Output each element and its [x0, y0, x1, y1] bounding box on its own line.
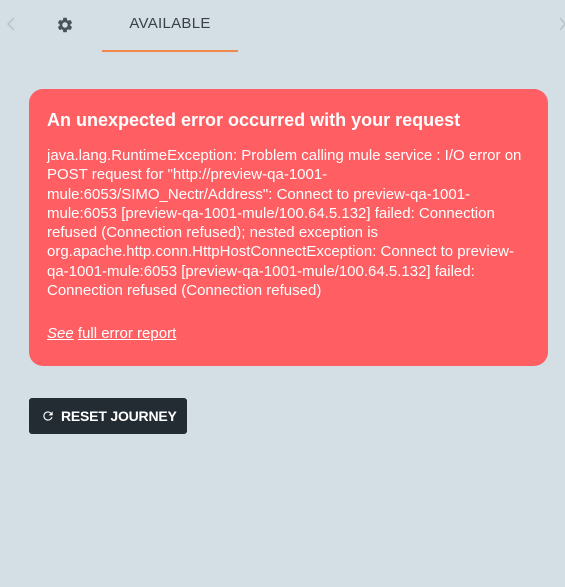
- reset-journey-label: RESET JOURNEY: [61, 408, 177, 424]
- chevron-right-icon[interactable]: [558, 12, 565, 36]
- error-report-line: See full error report: [47, 324, 528, 344]
- see-text: See: [47, 325, 74, 343]
- chevron-left-icon[interactable]: [4, 12, 18, 36]
- full-error-report-link[interactable]: full error report: [78, 325, 176, 342]
- tab-available-label: AVAILABLE: [129, 15, 211, 32]
- error-message: java.lang.RuntimeException: Problem call…: [47, 147, 522, 300]
- tab-available[interactable]: AVAILABLE: [102, 0, 238, 52]
- refresh-icon: [43, 411, 53, 421]
- gear-icon[interactable]: [56, 16, 74, 34]
- active-tab-indicator: [102, 50, 238, 52]
- error-title: An unexpected error occurred with your r…: [47, 110, 461, 130]
- top-navigation: AVAILABLE: [0, 0, 565, 52]
- reset-journey-button[interactable]: RESET JOURNEY: [29, 398, 187, 434]
- error-card: An unexpected error occurred with your r…: [29, 89, 548, 366]
